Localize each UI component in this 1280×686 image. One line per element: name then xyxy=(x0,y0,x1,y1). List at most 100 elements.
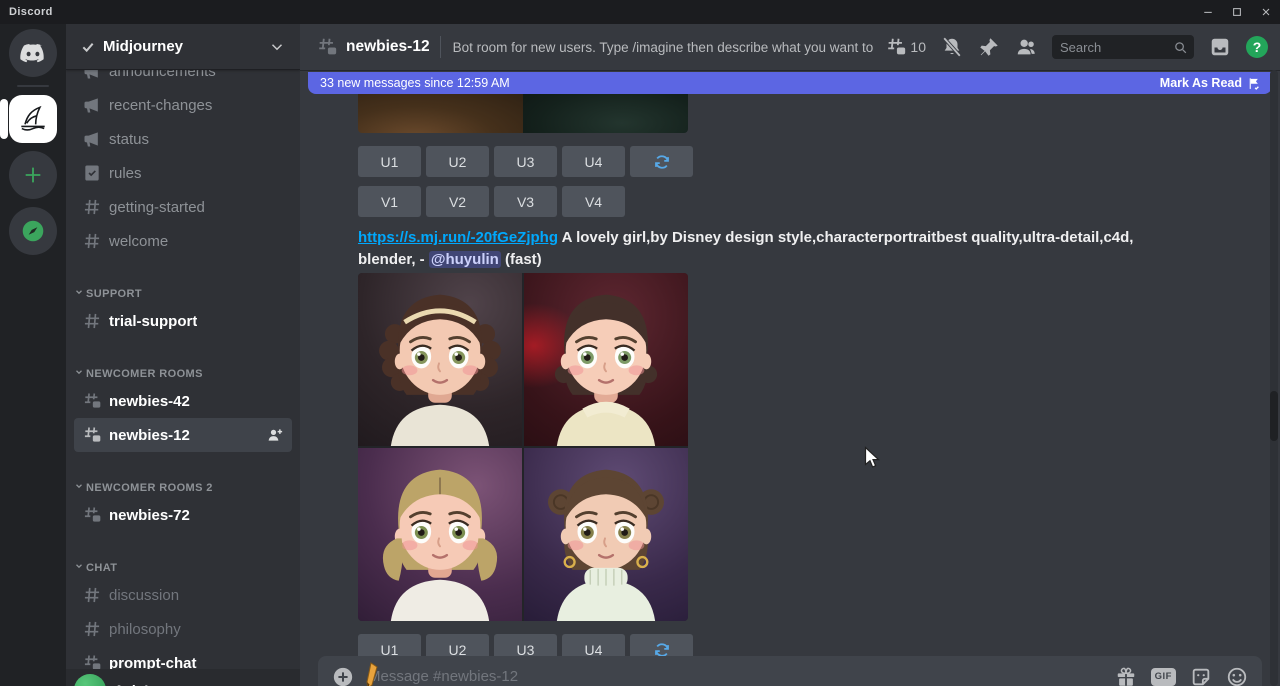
new-messages-bar[interactable]: 33 new messages since 12:59 AM Mark As R… xyxy=(308,72,1272,94)
generated-image-3[interactable] xyxy=(358,448,522,621)
help-button[interactable]: ? xyxy=(1246,36,1268,58)
reroll-button[interactable] xyxy=(630,146,693,177)
minimize-icon xyxy=(1202,6,1214,18)
chevron-down-icon xyxy=(74,287,84,297)
hash-icon xyxy=(82,585,102,605)
user-name: Ash Isaac xyxy=(114,682,179,686)
megaphone-icon xyxy=(82,95,102,115)
channel-trial-support[interactable]: trial-support xyxy=(74,304,292,338)
message-link[interactable]: https://s.mj.run/-20fGeZjphg xyxy=(358,229,558,246)
explore-servers-button[interactable] xyxy=(9,207,57,255)
hash-chat-icon xyxy=(82,391,102,411)
minimize-button[interactable] xyxy=(1193,0,1222,24)
channel-philosophy[interactable]: philosophy xyxy=(74,612,292,646)
threads-button[interactable]: 10 xyxy=(885,36,926,58)
generated-image-grid[interactable] xyxy=(358,273,688,621)
midjourney-sailboat-icon xyxy=(16,102,50,136)
emoji-icon[interactable] xyxy=(1226,666,1248,686)
channel-getting-started[interactable]: getting-started xyxy=(74,190,292,224)
gif-picker-button[interactable]: GIF xyxy=(1151,668,1176,686)
mark-as-read-button[interactable]: Mark As Read xyxy=(1160,76,1260,90)
generated-image-4[interactable] xyxy=(524,448,688,621)
scrollbar-thumb[interactable] xyxy=(1270,391,1278,441)
gift-icon[interactable] xyxy=(1115,666,1137,686)
threads-icon xyxy=(885,36,907,58)
channel-status[interactable]: status xyxy=(74,122,292,156)
discord-logo-icon xyxy=(19,43,47,63)
upscale-button-u1[interactable]: U1 xyxy=(358,146,421,177)
server-icon-midjourney[interactable] xyxy=(9,95,57,143)
generated-image-1[interactable] xyxy=(358,273,522,446)
category-newcomer-rooms[interactable]: NEWCOMER ROOMS xyxy=(66,344,300,384)
upscale-button-u3[interactable]: U3 xyxy=(494,146,557,177)
megaphone-icon xyxy=(82,129,102,149)
hash-chat-icon xyxy=(316,36,338,58)
header-divider xyxy=(440,36,441,58)
message-input[interactable]: Message #newbies-12 xyxy=(368,663,1115,686)
flag-check-icon xyxy=(1247,77,1260,90)
threads-count: 10 xyxy=(910,39,926,55)
search-input[interactable]: Search xyxy=(1052,35,1194,59)
megaphone-icon xyxy=(82,70,102,81)
channel-newbies-72[interactable]: newbies-72 xyxy=(74,498,292,532)
hash-icon xyxy=(82,197,102,217)
window-titlebar: Discord xyxy=(0,0,1280,24)
variation-button-v3[interactable]: V3 xyxy=(494,186,557,217)
pinned-messages-icon[interactable] xyxy=(978,36,1000,58)
maximize-button[interactable] xyxy=(1222,0,1251,24)
notifications-muted-icon[interactable] xyxy=(941,36,963,58)
attach-plus-icon[interactable] xyxy=(332,666,354,686)
hash-icon xyxy=(82,619,102,639)
upscale-button-u2[interactable]: U2 xyxy=(426,146,489,177)
generated-image-2[interactable] xyxy=(524,273,688,446)
maximize-icon xyxy=(1231,6,1243,18)
invite-people-icon[interactable] xyxy=(266,426,284,444)
variation-button-v4[interactable]: V4 xyxy=(562,186,625,217)
hash-chat-icon xyxy=(82,425,102,445)
category-newcomer-rooms-2[interactable]: NEWCOMER ROOMS 2 xyxy=(66,458,300,498)
add-server-button[interactable] xyxy=(9,151,57,199)
user-avatar[interactable] xyxy=(74,674,106,686)
hash-icon xyxy=(82,231,102,251)
discord-home-button[interactable] xyxy=(9,29,57,77)
member-list-icon[interactable] xyxy=(1015,36,1037,58)
server-header[interactable]: Midjourney xyxy=(66,24,300,70)
chat-scrollbar[interactable] xyxy=(1270,70,1278,686)
channel-announcements[interactable]: announcements xyxy=(74,70,292,88)
upscale-button-u4[interactable]: U4 xyxy=(562,146,625,177)
server-rail xyxy=(0,24,66,686)
channel-discussion[interactable]: discussion xyxy=(74,578,292,612)
chevron-down-icon xyxy=(74,367,84,377)
channel-title: newbies-12 xyxy=(346,38,430,56)
channel-newbies-42[interactable]: newbies-42 xyxy=(74,384,292,418)
channel-newbies-12[interactable]: newbies-12 xyxy=(74,418,292,452)
channel-rules[interactable]: rules xyxy=(74,156,292,190)
pencil-cursor-icon xyxy=(364,661,384,686)
sticker-icon[interactable] xyxy=(1190,666,1212,686)
message-composer[interactable]: Message #newbies-12 GIF xyxy=(318,656,1262,686)
inbox-icon[interactable] xyxy=(1209,36,1231,58)
category-chat[interactable]: CHAT xyxy=(66,538,300,578)
message-content: https://s.mj.run/-20fGeZjphg A lovely gi… xyxy=(358,227,1188,271)
search-placeholder: Search xyxy=(1060,40,1173,55)
verified-check-icon xyxy=(80,39,96,55)
variation-button-v2[interactable]: V2 xyxy=(426,186,489,217)
channel-list: announcements recent-changes status rule… xyxy=(66,70,300,686)
category-support[interactable]: SUPPORT xyxy=(66,264,300,304)
channel-welcome[interactable]: welcome xyxy=(74,224,292,258)
selected-server-pill xyxy=(0,99,8,139)
question-mark-glyph: ? xyxy=(1253,39,1262,55)
compass-icon xyxy=(20,218,46,244)
variation-button-v1[interactable]: V1 xyxy=(358,186,421,217)
channel-topic[interactable]: Bot room for new users. Type /imagine th… xyxy=(453,40,873,55)
chat-area: newbies-12 Bot room for new users. Type … xyxy=(300,24,1280,686)
search-icon xyxy=(1173,40,1188,55)
close-button[interactable] xyxy=(1251,0,1280,24)
user-panel[interactable]: Ash Isaac xyxy=(66,669,300,686)
message-meta: (fast) xyxy=(505,251,542,268)
refresh-icon xyxy=(653,153,671,171)
user-mention[interactable]: @huyulin xyxy=(429,251,501,268)
server-name: Midjourney xyxy=(103,38,268,55)
channel-recent-changes[interactable]: recent-changes xyxy=(74,88,292,122)
plus-icon xyxy=(22,164,44,186)
